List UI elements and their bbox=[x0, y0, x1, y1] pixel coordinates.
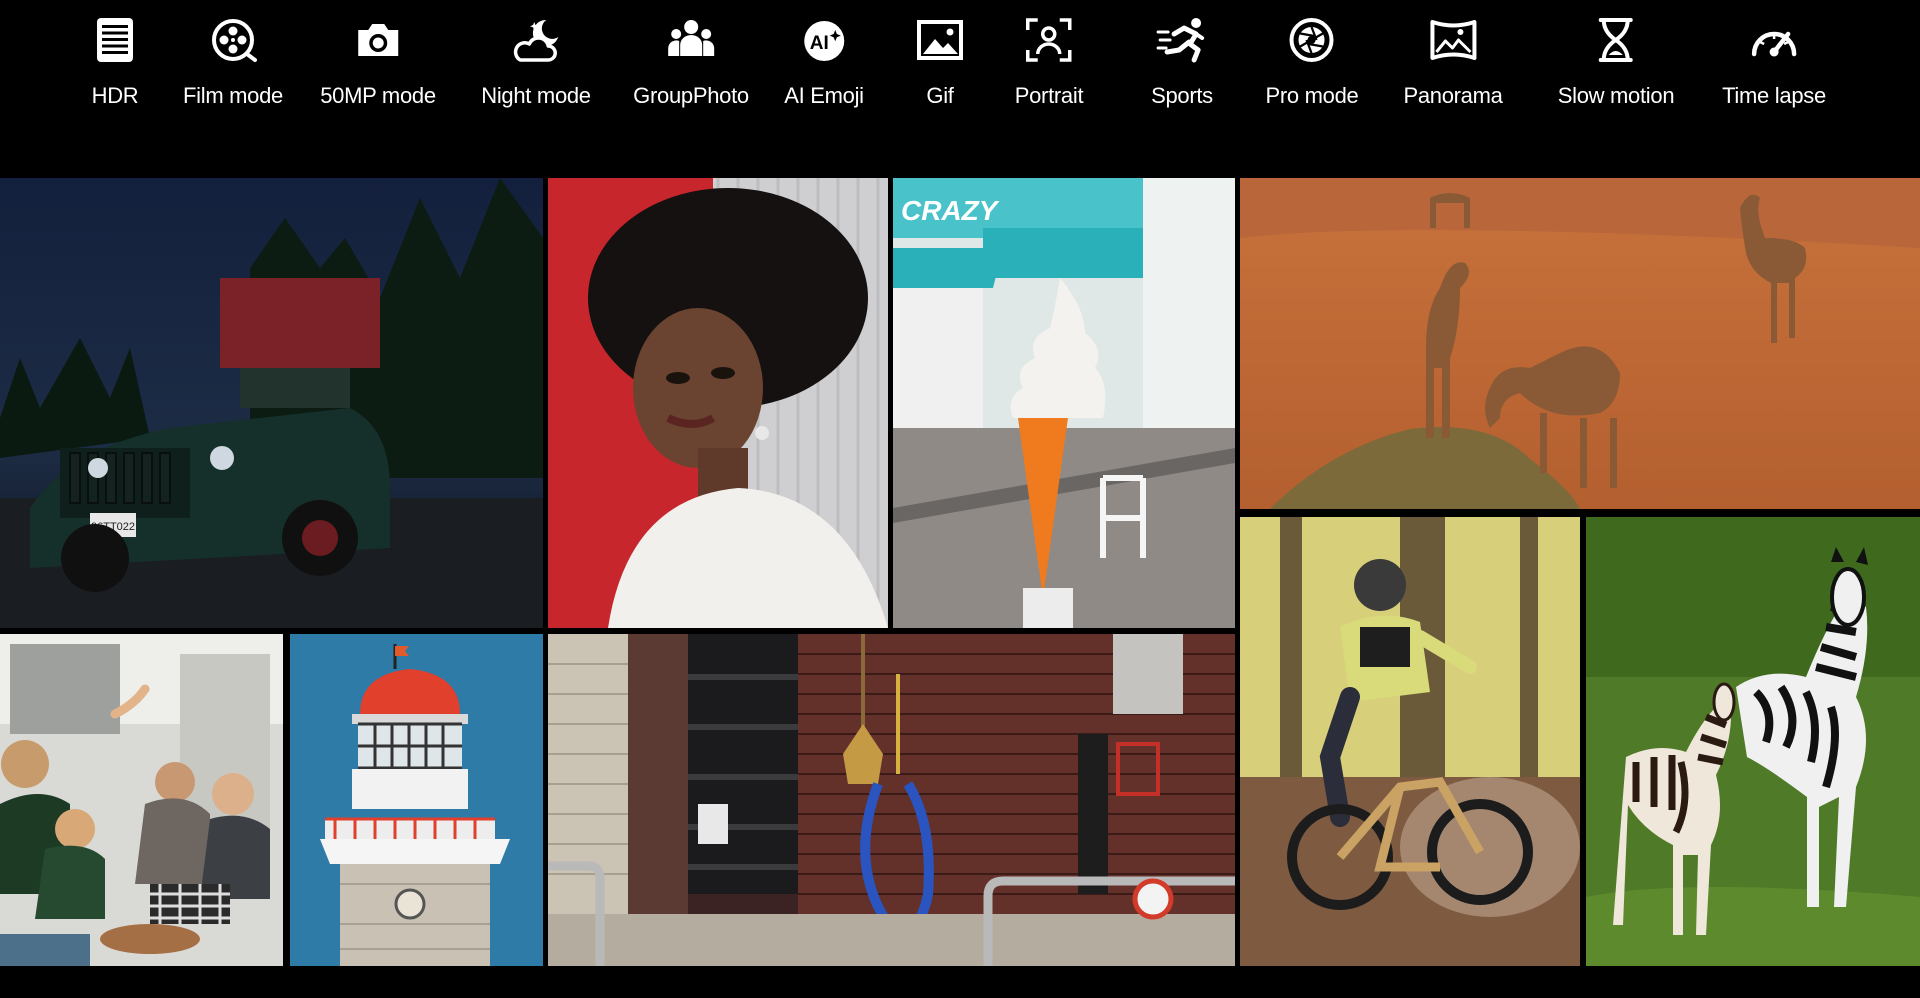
running-person-icon bbox=[1156, 14, 1208, 66]
photo-lighthouse bbox=[290, 634, 543, 966]
mode-label: Pro mode bbox=[1265, 83, 1359, 108]
mode-label: GroupPhoto bbox=[633, 83, 749, 108]
mode-label: Slow motion bbox=[1557, 83, 1675, 108]
ai-sparkle-icon: AI bbox=[798, 14, 850, 66]
hourglass-icon bbox=[1590, 14, 1642, 66]
moon-cloud-icon bbox=[510, 14, 562, 66]
mode-film[interactable]: Film mode bbox=[183, 14, 283, 109]
mode-label: Night mode bbox=[481, 83, 591, 108]
camera-mode-bar: HDR Film mode 50MP mode Night mode Group… bbox=[0, 0, 1920, 130]
hdr-icon bbox=[89, 14, 141, 66]
mode-ai-emoji[interactable]: AI AI Emoji bbox=[784, 14, 864, 109]
portrait-focus-icon bbox=[1023, 14, 1075, 66]
photo-zebras bbox=[1586, 517, 1920, 966]
mode-label: Panorama bbox=[1403, 83, 1503, 108]
group-people-icon bbox=[665, 14, 717, 66]
mode-time-lapse[interactable]: Time lapse bbox=[1722, 14, 1826, 109]
mode-gif[interactable]: Gif bbox=[914, 14, 966, 109]
mode-label: Portrait bbox=[1014, 83, 1084, 108]
mode-pro[interactable]: Pro mode bbox=[1266, 14, 1359, 109]
svg-text:AI: AI bbox=[809, 33, 828, 54]
speedometer-icon bbox=[1748, 14, 1800, 66]
photo-jeep-night: 96TT022 bbox=[0, 178, 543, 628]
image-icon bbox=[914, 14, 966, 66]
photo-friends-laughing bbox=[0, 634, 283, 966]
aperture-icon bbox=[1286, 14, 1338, 66]
photo-camels-desert bbox=[1240, 178, 1920, 509]
mode-label: Sports bbox=[1151, 83, 1213, 108]
mode-label: Time lapse bbox=[1722, 83, 1826, 108]
camera-icon bbox=[352, 14, 404, 66]
photo-mountain-biker bbox=[1240, 517, 1580, 966]
mode-group-photo[interactable]: GroupPhoto bbox=[633, 14, 749, 109]
mode-label: AI Emoji bbox=[784, 83, 864, 108]
mode-portrait[interactable]: Portrait bbox=[1015, 14, 1084, 109]
shop-sign: CRAZY bbox=[901, 195, 1000, 226]
mode-panorama[interactable]: Panorama bbox=[1403, 14, 1503, 109]
photo-brick-wall-street bbox=[548, 634, 1235, 966]
photo-ice-cream-street: CRAZY bbox=[893, 178, 1235, 628]
photo-woman-portrait bbox=[548, 178, 888, 628]
mode-label: Film mode bbox=[183, 83, 283, 108]
panorama-icon bbox=[1427, 14, 1479, 66]
mode-label: HDR bbox=[91, 83, 139, 108]
mode-sports[interactable]: Sports bbox=[1151, 14, 1213, 109]
mode-50mp[interactable]: 50MP mode bbox=[320, 14, 436, 109]
mode-label: 50MP mode bbox=[320, 83, 436, 108]
mode-label: Gif bbox=[926, 83, 954, 108]
film-reel-icon bbox=[207, 14, 259, 66]
mode-slow-motion[interactable]: Slow motion bbox=[1558, 14, 1675, 109]
mode-night[interactable]: Night mode bbox=[481, 14, 591, 109]
mode-hdr[interactable]: HDR bbox=[89, 14, 141, 109]
